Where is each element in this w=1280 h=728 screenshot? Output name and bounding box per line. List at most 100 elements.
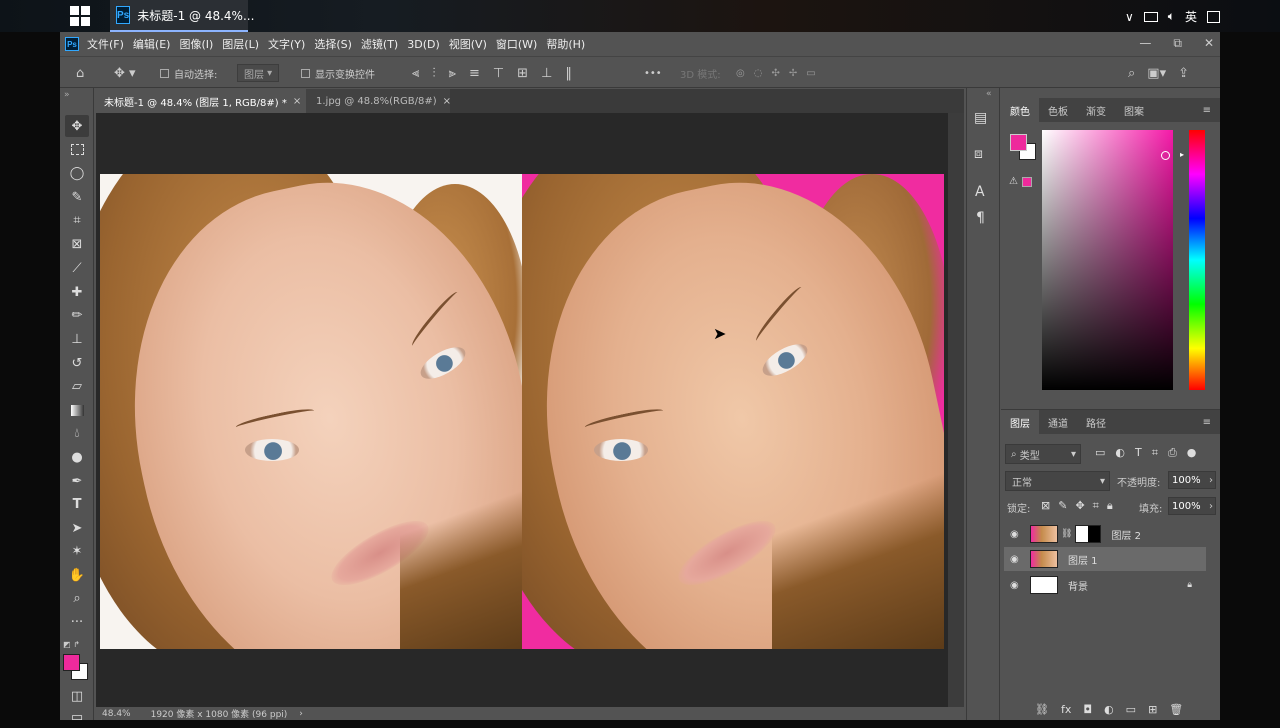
menu-3d[interactable]: 3D(D) xyxy=(407,38,440,51)
blur-tool-icon[interactable]: 💧︎ xyxy=(65,422,89,444)
foreground-color-swatch[interactable] xyxy=(63,654,80,671)
close-button[interactable]: ✕ xyxy=(1204,36,1214,51)
properties-panel-icon[interactable]: ⧈ xyxy=(974,146,983,162)
pen-tool-icon[interactable]: ✒ xyxy=(65,470,89,492)
status-arrow-icon[interactable]: › xyxy=(299,709,303,719)
marquee-tool-icon[interactable] xyxy=(65,138,89,160)
ime-indicator[interactable]: 英 xyxy=(1185,8,1197,25)
tab-1-jpg[interactable]: 1.jpg @ 48.8%(RGB/8#) × xyxy=(306,89,451,113)
windows-start-icon[interactable] xyxy=(70,6,90,26)
delete-layer-icon[interactable]: 🗑︎ xyxy=(1169,703,1183,716)
share-icon[interactable]: ⇪ xyxy=(1178,66,1189,81)
lock-all-icon[interactable]: 🔒︎ xyxy=(1107,499,1113,513)
tab-color[interactable]: 颜色 xyxy=(1001,98,1039,122)
menu-type[interactable]: 文字(Y) xyxy=(268,36,305,52)
lock-position-icon[interactable]: ✥ xyxy=(1075,499,1084,513)
color-field[interactable] xyxy=(1042,130,1173,390)
brush-tool-icon[interactable]: ✏ xyxy=(65,304,89,326)
character-panel-icon[interactable]: A xyxy=(975,184,985,200)
blend-mode-dropdown[interactable]: 正常 ▾ xyxy=(1005,471,1110,491)
tab-swatches[interactable]: 色板 xyxy=(1039,98,1077,122)
layer-mask-thumbnail[interactable] xyxy=(1075,525,1102,543)
minimize-button[interactable]: — xyxy=(1139,36,1151,51)
menu-help[interactable]: 帮助(H) xyxy=(546,36,585,52)
quick-select-tool-icon[interactable]: ✎ xyxy=(65,186,89,208)
screen-mode-icon[interactable]: ▭ xyxy=(65,706,89,728)
eraser-tool-icon[interactable]: ▱ xyxy=(65,375,89,397)
filter-adjustment-icon[interactable]: ◐ xyxy=(1115,446,1125,460)
3d-scale-icon[interactable]: ▭ xyxy=(806,68,815,79)
align-left-icon[interactable]: ⫷ xyxy=(412,66,419,81)
new-layer-icon[interactable]: ⊞ xyxy=(1148,703,1157,716)
quick-mask-icon[interactable]: ◫ xyxy=(65,685,89,707)
edit-toolbar-icon[interactable]: ··· xyxy=(65,611,89,633)
3d-slide-icon[interactable]: ✢ xyxy=(789,68,797,79)
menu-select[interactable]: 选择(S) xyxy=(314,36,352,52)
tab-gradients[interactable]: 渐变 xyxy=(1077,98,1115,122)
taskbar-photoshop-item[interactable]: Ps 未标题-1 @ 48.4%... xyxy=(110,0,254,32)
filter-smart-icon[interactable]: ⎙ xyxy=(1168,446,1177,460)
layer-filter-dropdown[interactable]: ⌕ 类型 ▾ xyxy=(1005,444,1081,464)
search-icon[interactable]: ⌕ xyxy=(1128,66,1135,81)
distribute-v-icon[interactable]: ‖ xyxy=(565,66,572,81)
fx-icon[interactable]: fx xyxy=(1061,703,1071,716)
dodge-tool-icon[interactable]: ● xyxy=(65,446,89,468)
hue-slider-arrow-icon[interactable]: ▸ xyxy=(1180,150,1184,159)
keyboard-icon[interactable] xyxy=(1207,10,1220,23)
move-tool-icon[interactable]: ✥ xyxy=(65,115,89,137)
filter-pixel-icon[interactable]: ▭ xyxy=(1095,446,1105,460)
show-transform-checkbox[interactable]: 显示变换控件 xyxy=(301,57,375,89)
crop-tool-icon[interactable]: ⌗ xyxy=(65,209,89,231)
menu-image[interactable]: 图像(I) xyxy=(179,36,213,52)
history-brush-icon[interactable]: ↺ xyxy=(65,352,89,374)
tab-close-icon[interactable]: × xyxy=(443,96,451,107)
shape-tool-icon[interactable]: ✶ xyxy=(65,540,89,562)
healing-brush-icon[interactable]: ✚ xyxy=(65,281,89,303)
hue-slider[interactable] xyxy=(1189,130,1205,390)
tab-channels[interactable]: 通道 xyxy=(1039,410,1077,434)
history-panel-icon[interactable]: ▤ xyxy=(974,110,987,126)
filter-type-icon[interactable]: T xyxy=(1135,446,1142,460)
clone-stamp-icon[interactable]: ⊥ xyxy=(65,328,89,350)
visibility-eye-icon[interactable]: ◉ xyxy=(1010,529,1024,540)
3d-pan-icon[interactable]: ✣ xyxy=(771,68,779,79)
align-top-icon[interactable]: ⊤ xyxy=(493,66,504,81)
frame-tool-icon[interactable]: ⊠ xyxy=(65,233,89,255)
menu-edit[interactable]: 编辑(E) xyxy=(133,36,171,52)
document-canvas[interactable]: ➤ xyxy=(100,174,944,649)
layer-row[interactable]: ◉ 背景 🔒︎ xyxy=(1004,573,1206,597)
3d-roll-icon[interactable]: ◌ xyxy=(754,68,763,79)
menu-filter[interactable]: 滤镜(T) xyxy=(361,36,398,52)
move-tool-preset-icon[interactable]: ✥ ▾ xyxy=(114,57,136,89)
align-bottom-icon[interactable]: ⊥ xyxy=(541,66,552,81)
collapse-toolbar-icon[interactable]: » xyxy=(64,90,70,100)
lock-transparent-icon[interactable]: ⊠ xyxy=(1041,499,1050,513)
gamut-warning-icon[interactable]: ⚠ xyxy=(1009,176,1018,187)
color-picker-handle[interactable] xyxy=(1161,151,1170,160)
opacity-input[interactable]: 100% › xyxy=(1168,471,1216,489)
volume-icon[interactable]: 🔈︎ xyxy=(1168,9,1175,24)
menu-window[interactable]: 窗口(W) xyxy=(496,36,537,52)
visibility-eye-icon[interactable]: ◉ xyxy=(1010,554,1024,565)
tab-untitled-1[interactable]: 未标题-1 @ 48.4% (图层 1, RGB/8#) * × xyxy=(96,89,306,113)
path-select-icon[interactable]: ➤ xyxy=(65,517,89,539)
link-layers-icon[interactable]: ⛓ xyxy=(1035,703,1049,716)
hand-tool-icon[interactable]: ✋ xyxy=(65,564,89,586)
more-options-button[interactable]: ••• xyxy=(644,57,662,89)
tab-close-icon[interactable]: × xyxy=(293,96,301,107)
align-hcenter-icon[interactable]: ⫶ xyxy=(432,66,435,81)
filter-shape-icon[interactable]: ⌗ xyxy=(1152,446,1158,460)
tab-layers[interactable]: 图层 xyxy=(1001,410,1039,434)
menu-view[interactable]: 视图(V) xyxy=(449,36,487,52)
workspace-icon[interactable]: ▣▾ xyxy=(1147,66,1166,81)
gamut-color-chip[interactable] xyxy=(1022,177,1032,187)
mask-link-icon[interactable]: ⛓ xyxy=(1061,529,1072,539)
lock-image-icon[interactable]: ✎ xyxy=(1058,499,1067,513)
zoom-level[interactable]: 48.4% xyxy=(102,709,131,719)
photoshop-logo-icon[interactable]: Ps xyxy=(65,37,79,51)
tray-chevron-icon[interactable]: ∨ xyxy=(1125,10,1134,24)
fill-input[interactable]: 100% › xyxy=(1168,497,1216,515)
color-panel-fg-swatch[interactable] xyxy=(1010,134,1027,151)
visibility-eye-icon[interactable]: ◉ xyxy=(1010,580,1024,591)
paragraph-panel-icon[interactable]: ¶ xyxy=(976,210,985,226)
